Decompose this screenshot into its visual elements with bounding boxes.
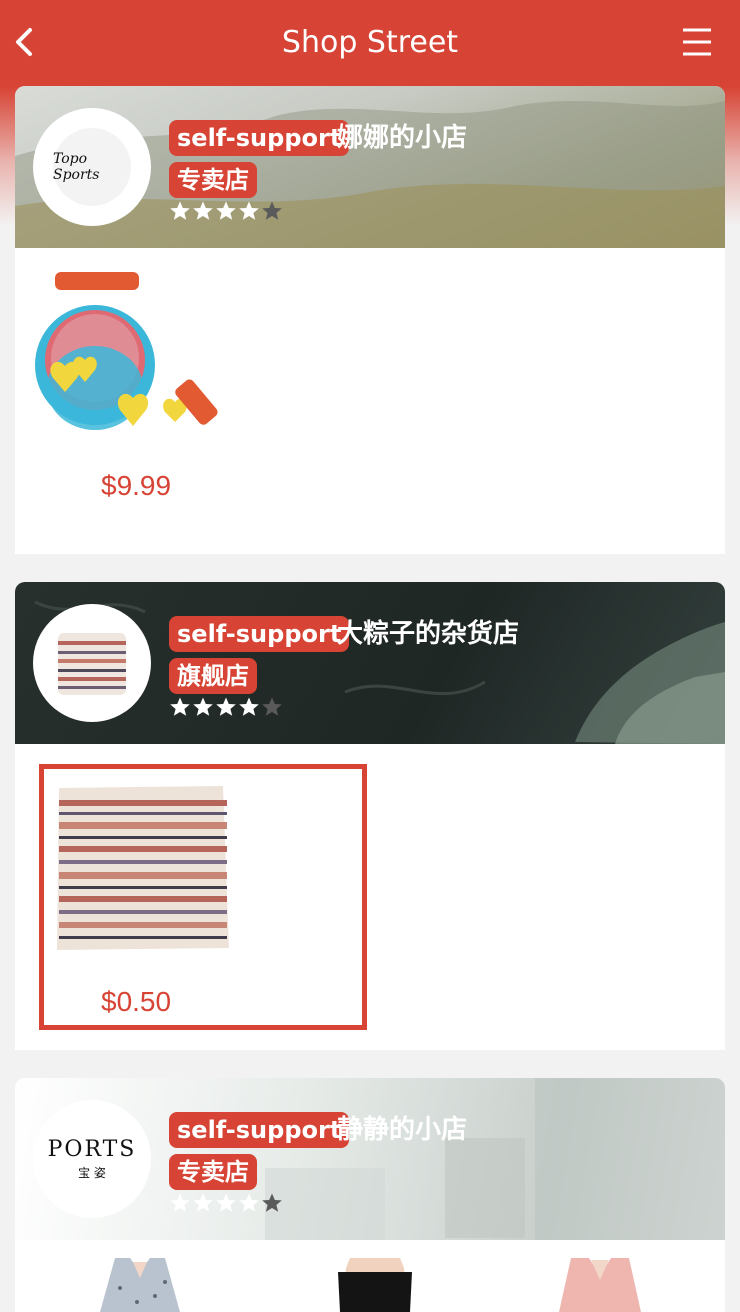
shop-header[interactable]: PORTS 宝 姿 self-support 静静的小店 专卖店 <box>15 1078 725 1240</box>
shop-card[interactable]: Topo Sports self-support 娜娜的小店 专卖店 $9.99 <box>15 86 725 554</box>
floral-wrap-dress-image <box>100 1258 180 1312</box>
self-support-badge: self-support <box>169 616 350 652</box>
store-type-badge: 专卖店 <box>169 1154 257 1190</box>
shop-logo-text: Topo Sports <box>53 151 100 183</box>
product-item[interactable] <box>320 1258 430 1312</box>
star-empty-icon <box>262 1193 282 1212</box>
self-support-badge: self-support <box>169 120 350 156</box>
shop-card[interactable]: PORTS 宝 姿 self-support 静静的小店 专卖店 <box>15 1078 725 1312</box>
product-item[interactable] <box>545 1258 655 1312</box>
star-filled-icon <box>239 697 259 716</box>
star-filled-icon <box>239 201 259 220</box>
black-off-shoulder-dress-image <box>338 1258 412 1312</box>
product-list: $0.50 <box>15 744 725 1050</box>
star-filled-icon <box>239 1193 259 1212</box>
star-filled-icon <box>216 201 236 220</box>
product-item[interactable]: $0.50 <box>39 764 367 1030</box>
shop-header[interactable]: self-support 大粽子的杂货店 旗舰店 <box>15 582 725 744</box>
star-filled-icon <box>216 697 236 716</box>
self-support-badge: self-support <box>169 1112 350 1148</box>
product-item[interactable] <box>85 1258 195 1312</box>
shop-rating <box>169 696 283 718</box>
waffle-maker-toy-image <box>35 272 218 430</box>
product-list: $9.99 <box>15 248 725 554</box>
star-filled-icon <box>170 201 190 220</box>
star-filled-icon <box>193 697 213 716</box>
shop-logo-subtext: 宝 姿 <box>78 1166 106 1180</box>
shop-logo[interactable] <box>33 604 151 722</box>
menu-button[interactable] <box>676 22 718 62</box>
shop-logo[interactable]: PORTS 宝 姿 <box>33 1100 151 1218</box>
striped-cushion-image <box>57 786 229 950</box>
star-empty-icon <box>262 697 282 716</box>
hamburger-menu-icon <box>683 28 711 56</box>
product-price: $0.50 <box>101 986 172 1017</box>
cushion-logo-image <box>58 633 126 695</box>
product-price: $9.99 <box>101 470 172 501</box>
star-filled-icon <box>193 201 213 220</box>
pink-wrap-dress-image <box>559 1258 641 1312</box>
shop-name[interactable]: 大粽子的杂货店 <box>337 616 519 652</box>
shop-name[interactable]: 娜娜的小店 <box>337 120 467 156</box>
star-empty-icon <box>262 201 282 220</box>
shop-card[interactable]: self-support 大粽子的杂货店 旗舰店 $0.50 <box>15 582 725 1050</box>
star-filled-icon <box>170 1193 190 1212</box>
product-item[interactable]: $9.99 <box>35 270 235 525</box>
shop-name[interactable]: 静静的小店 <box>337 1112 467 1148</box>
shop-rating <box>169 1192 283 1214</box>
shop-header[interactable]: Topo Sports self-support 娜娜的小店 专卖店 <box>15 86 725 248</box>
shop-logo[interactable]: Topo Sports <box>33 108 151 226</box>
star-filled-icon <box>170 697 190 716</box>
store-type-badge: 旗舰店 <box>169 658 257 694</box>
star-filled-icon <box>193 1193 213 1212</box>
shop-logo-text: PORTS <box>47 1137 137 1162</box>
product-list <box>15 1240 725 1312</box>
page-title: Shop Street <box>281 25 459 60</box>
shop-rating <box>169 200 283 222</box>
store-type-badge: 专卖店 <box>169 162 257 198</box>
star-filled-icon <box>216 1193 236 1212</box>
